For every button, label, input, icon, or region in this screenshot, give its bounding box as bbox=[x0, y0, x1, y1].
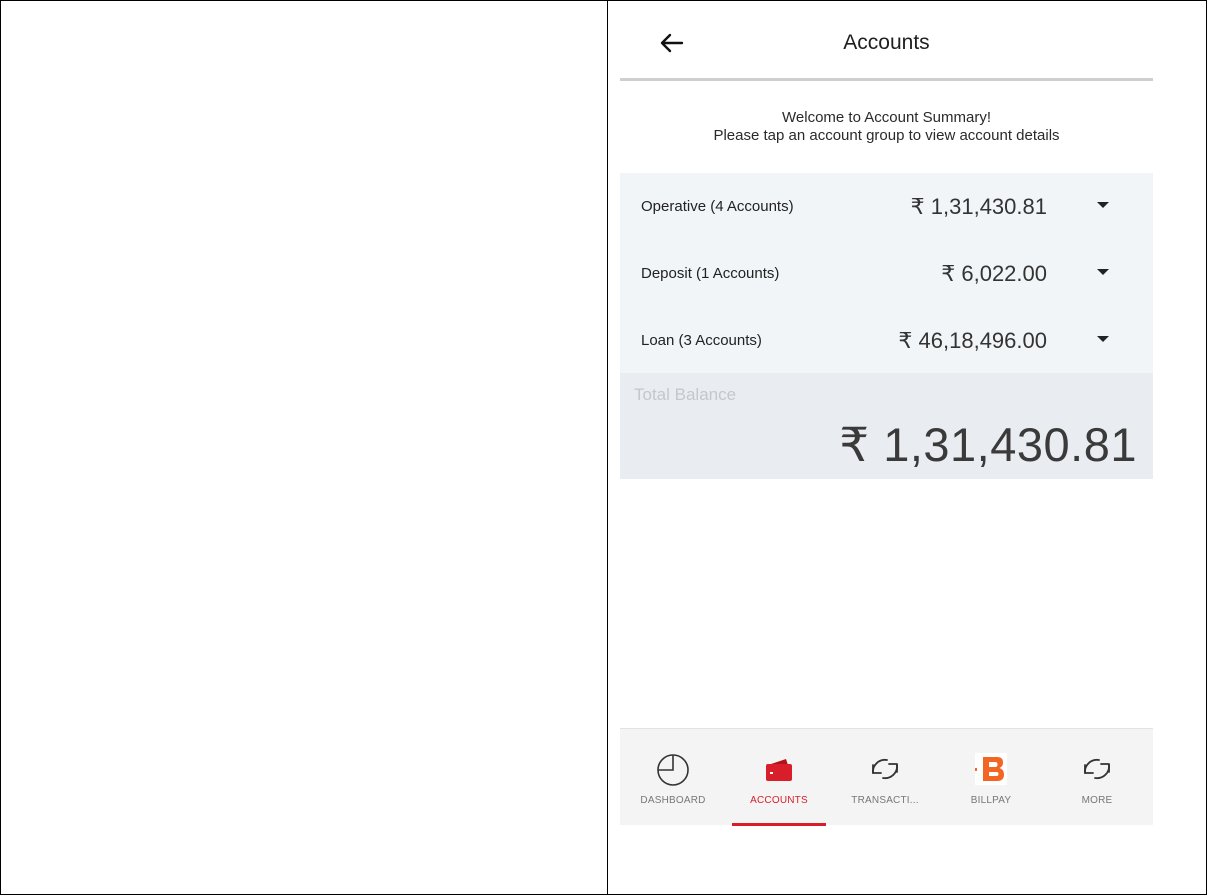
welcome-line-1: Welcome to Account Summary! bbox=[782, 109, 991, 126]
nav-label: TRANSACTI... bbox=[851, 795, 919, 806]
nav-transactions[interactable]: TRANSACTI... bbox=[832, 729, 938, 826]
app-header: Accounts bbox=[620, 1, 1153, 81]
nav-accounts[interactable]: ACCOUNTS bbox=[726, 729, 832, 826]
nav-more[interactable]: MORE bbox=[1044, 729, 1150, 826]
group-amount: ₹ 6,022.00 bbox=[941, 261, 1047, 286]
nav-label: ACCOUNTS bbox=[750, 795, 808, 806]
wallet-icon bbox=[759, 749, 799, 789]
nav-billpay[interactable]: BILLPAY bbox=[938, 729, 1044, 826]
phone-screen: Accounts Welcome to Account Summary! Ple… bbox=[608, 1, 1206, 894]
welcome-message: Welcome to Account Summary! Please tap a… bbox=[620, 109, 1153, 145]
group-amount: ₹ 46,18,496.00 bbox=[898, 328, 1047, 353]
group-label: Deposit (1 Accounts) bbox=[641, 265, 780, 282]
welcome-line-2: Please tap an account group to view acco… bbox=[713, 127, 1060, 144]
total-balance-panel: Total Balance ₹ 1,31,430.81 bbox=[620, 373, 1153, 479]
caret-down-icon[interactable] bbox=[1097, 336, 1109, 342]
nav-dashboard[interactable]: DASHBOARD bbox=[620, 729, 726, 826]
account-group-deposit[interactable]: Deposit (1 Accounts) ₹ 6,022.00 bbox=[620, 240, 1153, 306]
group-label: Operative (4 Accounts) bbox=[641, 198, 794, 215]
account-group-loan[interactable]: Loan (3 Accounts) ₹ 46,18,496.00 bbox=[620, 307, 1153, 373]
bottom-navigation: DASHBOARD ACCOUNTS TRANSACTI... BILLPAY … bbox=[620, 728, 1153, 826]
caret-down-icon[interactable] bbox=[1097, 202, 1109, 208]
account-groups: Operative (4 Accounts) ₹ 1,31,430.81 Dep… bbox=[620, 173, 1153, 373]
refresh-arrows-icon bbox=[1077, 749, 1117, 789]
nav-label: DASHBOARD bbox=[640, 795, 706, 806]
billpay-logo-icon bbox=[971, 749, 1011, 789]
pie-chart-icon bbox=[653, 749, 693, 789]
total-balance-label: Total Balance bbox=[634, 385, 737, 404]
active-tab-indicator bbox=[732, 823, 826, 826]
caret-down-icon[interactable] bbox=[1097, 269, 1109, 275]
page-title: Accounts bbox=[843, 31, 930, 54]
account-group-operative[interactable]: Operative (4 Accounts) ₹ 1,31,430.81 bbox=[620, 173, 1153, 239]
group-amount: ₹ 1,31,430.81 bbox=[910, 194, 1047, 219]
total-balance-amount: ₹ 1,31,430.81 bbox=[839, 418, 1137, 471]
refresh-arrows-icon bbox=[865, 749, 905, 789]
group-label: Loan (3 Accounts) bbox=[641, 332, 762, 349]
blank-left-pane bbox=[1, 1, 607, 894]
nav-label: BILLPAY bbox=[970, 795, 1012, 806]
nav-label: MORE bbox=[1081, 795, 1113, 806]
